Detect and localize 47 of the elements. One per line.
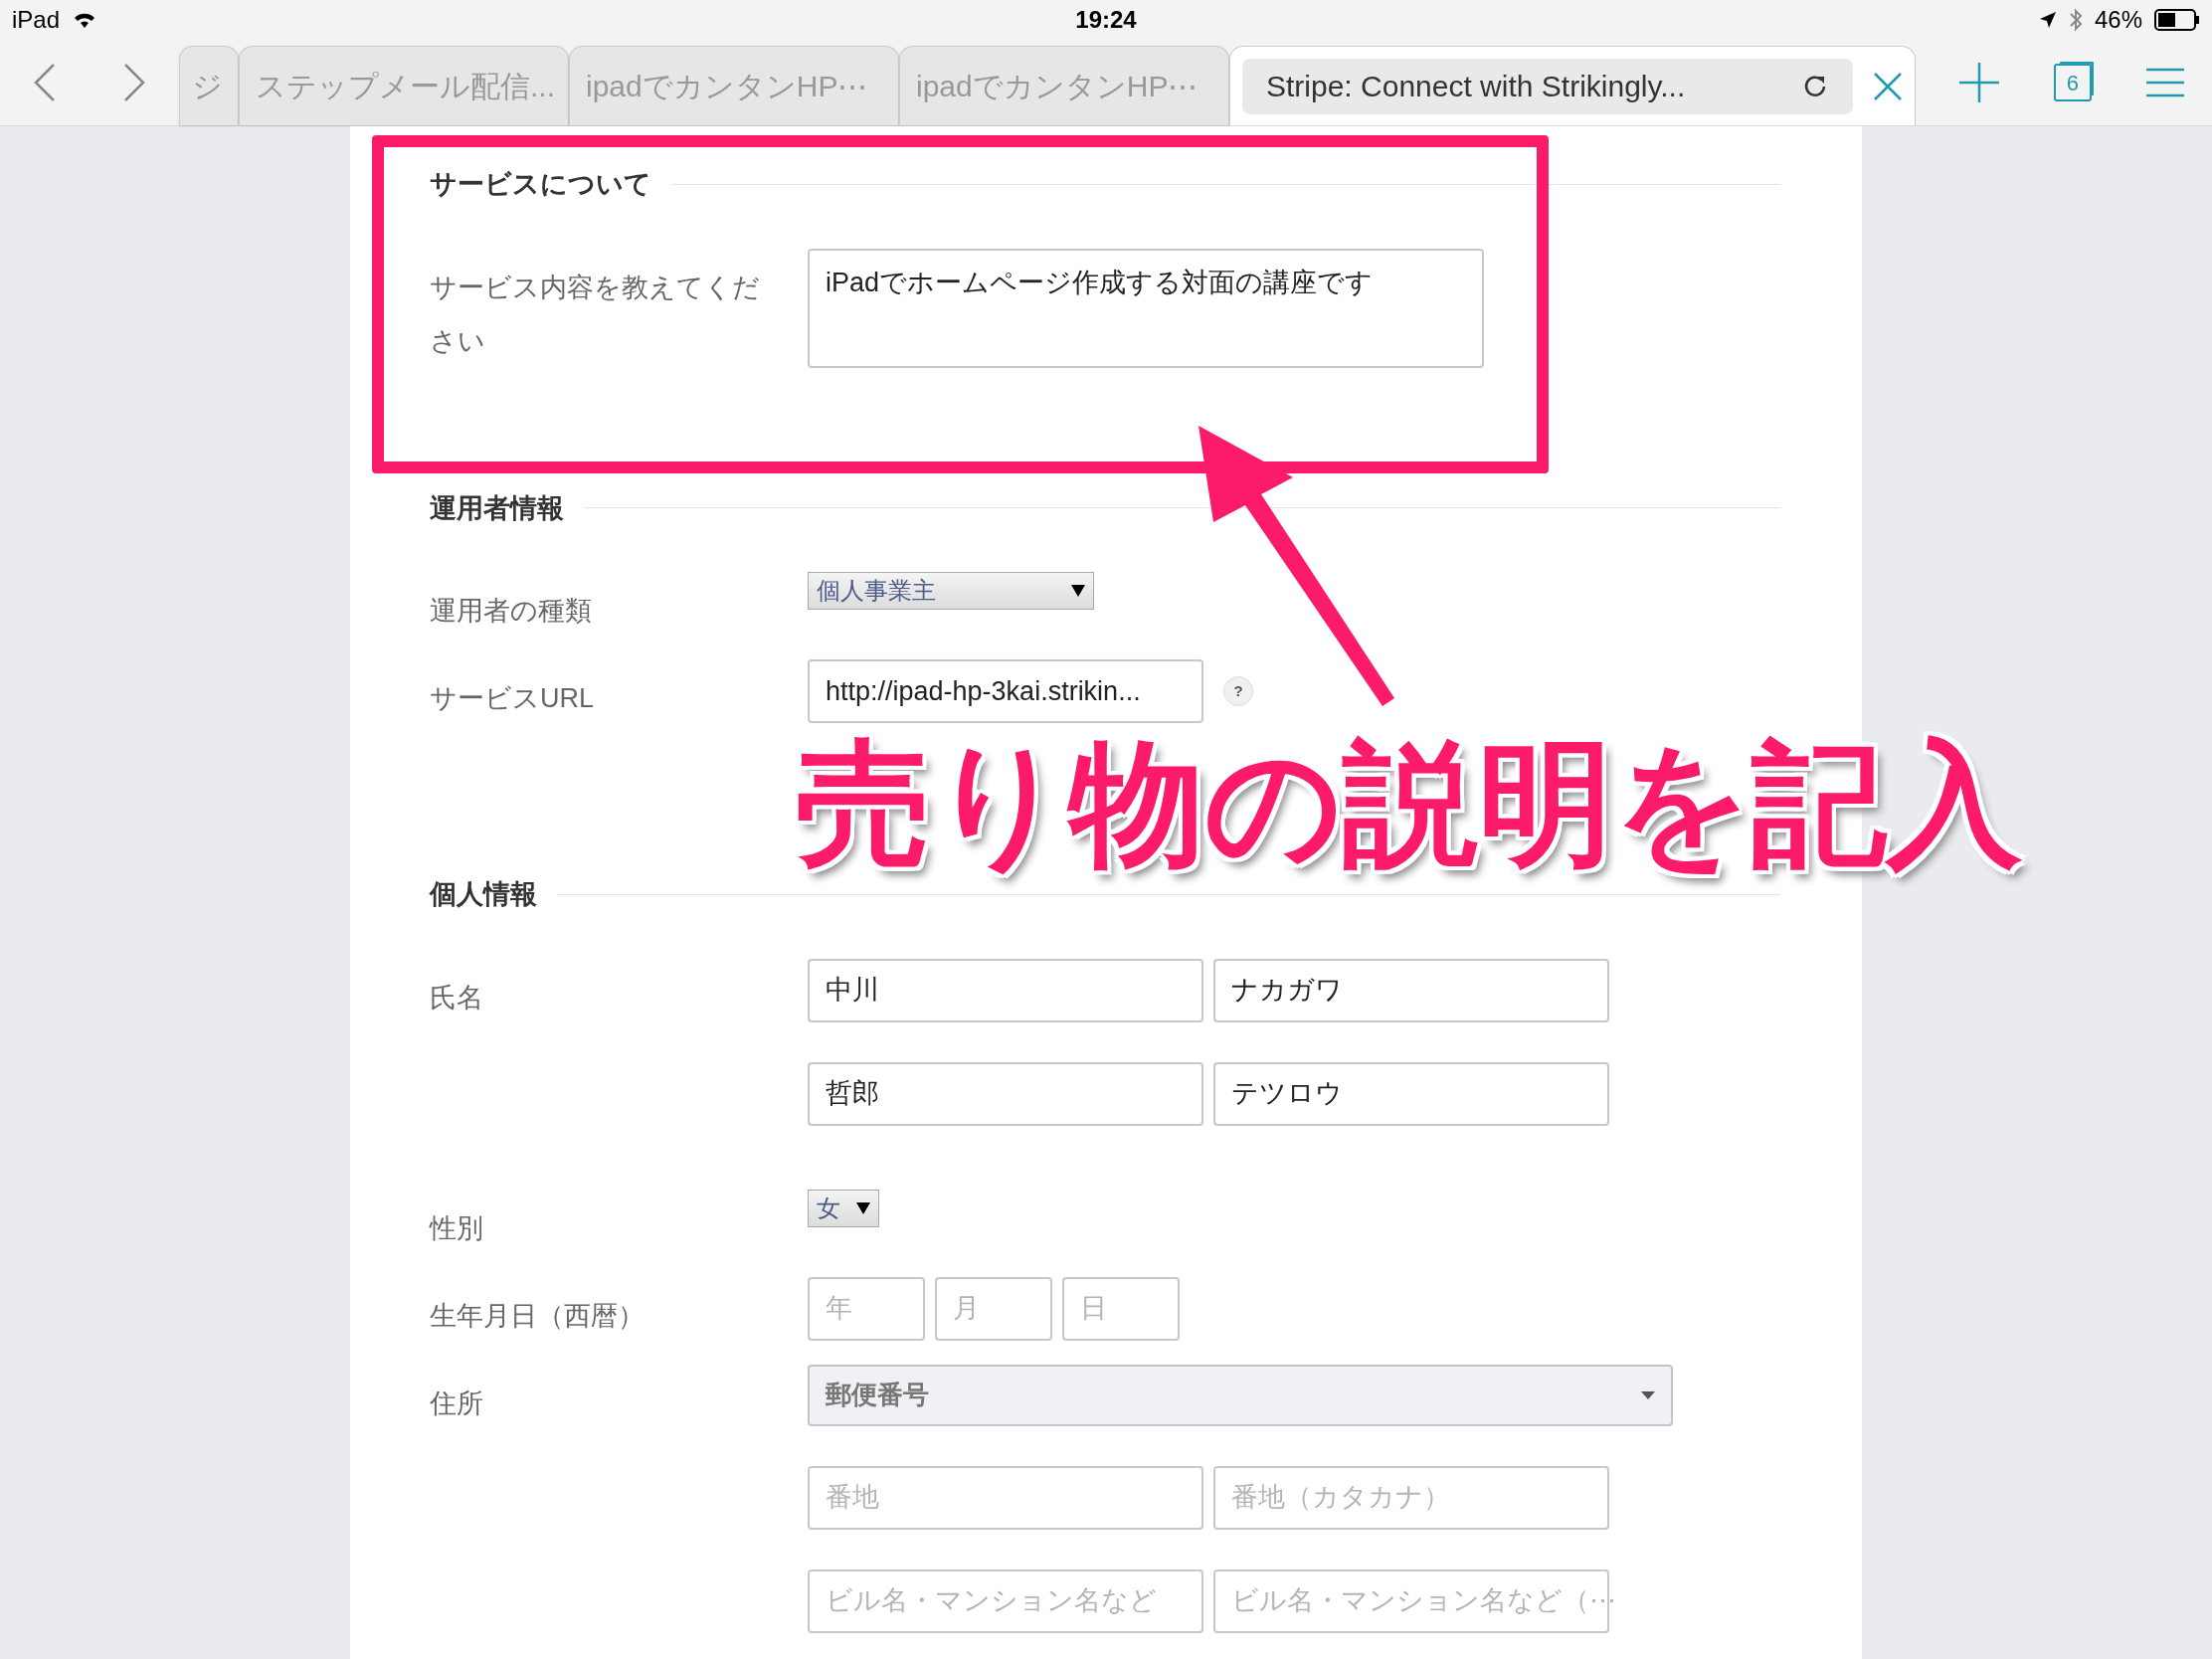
browser-tab[interactable]: ステップメール配信... <box>239 46 569 125</box>
dropdown-arrow-icon <box>1071 585 1085 597</box>
browser-tab[interactable]: Stripe: Connect with Strikingly... <box>1229 46 1916 125</box>
field-label: 運用者の種類 <box>430 595 593 628</box>
input-field[interactable]: ビル名・マンション名など <box>808 1568 1203 1633</box>
field-label: 生年月日（西暦） <box>430 1299 645 1333</box>
dropdown-arrow-icon <box>856 1201 870 1214</box>
section-title: サービスについて <box>430 168 651 201</box>
battery-icon <box>2154 9 2200 31</box>
field-label: 氏名 <box>430 981 484 1014</box>
caret-icon <box>1641 1390 1655 1399</box>
input-field[interactable]: テツロウ <box>1213 1061 1609 1126</box>
tab-count-button[interactable]: 6 <box>2054 64 2092 101</box>
dropdown[interactable]: 個人事業主 <box>808 572 1094 610</box>
input-field[interactable]: 年 <box>808 1276 925 1341</box>
select-field[interactable]: 郵便番号 <box>808 1364 1673 1426</box>
section-title: 運用者情報 <box>430 491 564 525</box>
input-field[interactable]: ナカガワ <box>1213 958 1609 1022</box>
clock: 19:24 <box>1075 5 1137 35</box>
close-icon[interactable] <box>1873 71 1903 101</box>
browser-tab[interactable]: ジ <box>179 46 239 125</box>
device-name: iPad <box>12 5 61 35</box>
input-field[interactable]: http://ipad-hp-3kai.strikin... <box>808 659 1203 723</box>
section-title: 個人情報 <box>430 878 537 911</box>
tab-title: Stripe: Connect with Strikingly... <box>1266 69 1686 104</box>
field-label: サービス内容を教えてください <box>430 271 761 358</box>
input-field[interactable]: 日 <box>1062 1276 1180 1341</box>
plus-icon[interactable] <box>1958 63 1999 102</box>
location-arrow-icon <box>2038 11 2057 29</box>
field-label: 性別 <box>430 1211 484 1245</box>
input-field[interactable]: 哲郎 <box>808 1061 1203 1126</box>
menu-icon[interactable] <box>2146 68 2185 97</box>
text-area[interactable]: iPadでホームページ作成する対面の講座です <box>808 248 1484 368</box>
browser-tab[interactable]: ipadでカンタンHP⋯ <box>899 46 1229 125</box>
browser-tab[interactable]: ipadでカンタンHP⋯ <box>569 46 899 125</box>
dropdown[interactable]: 女 <box>808 1189 879 1227</box>
input-field[interactable]: 番地 <box>808 1465 1203 1530</box>
bluetooth-icon <box>2068 8 2083 32</box>
back-icon[interactable] <box>34 63 56 102</box>
battery-percent: 46% <box>2094 5 2142 35</box>
input-field[interactable]: 月 <box>935 1276 1052 1341</box>
help-icon[interactable]: ? <box>1223 676 1253 706</box>
input-field[interactable]: 番地（カタカナ） <box>1213 1465 1609 1530</box>
field-label: 住所 <box>430 1386 484 1420</box>
input-field[interactable]: 中川 <box>808 958 1203 1022</box>
forward-icon[interactable] <box>123 63 145 102</box>
field-label: サービスURL <box>430 682 595 715</box>
